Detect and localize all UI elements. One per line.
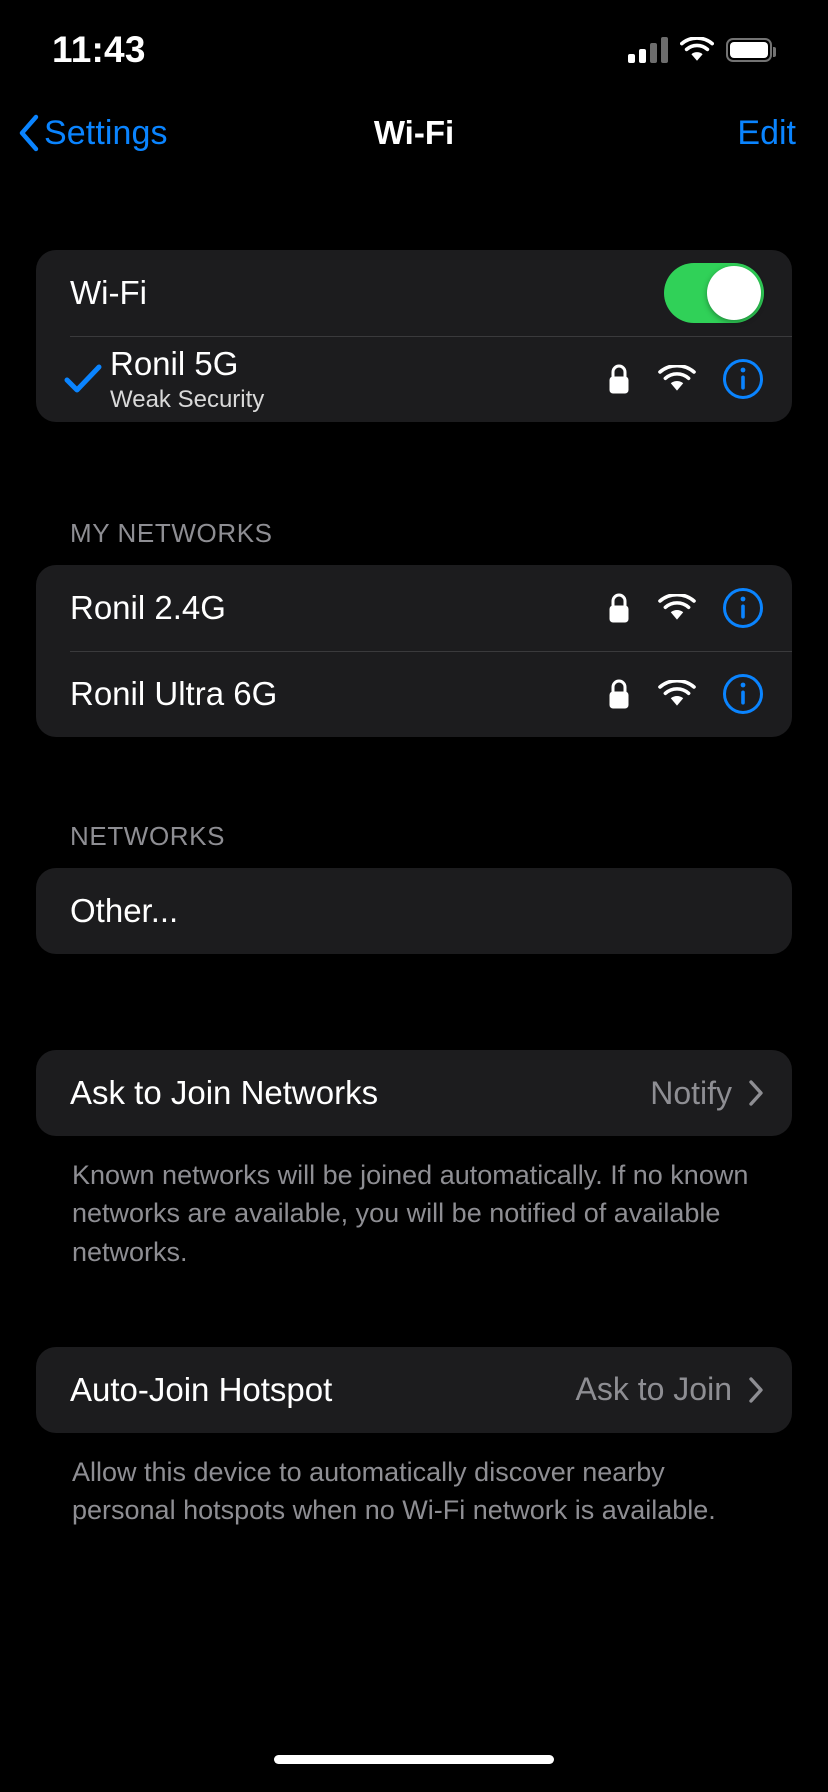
networks-header: NETWORKS bbox=[70, 821, 226, 851]
lock-icon bbox=[609, 593, 629, 623]
battery-icon bbox=[726, 38, 776, 62]
my-networks-group: Ronil 2.4G Ronil Ultra 6G bbox=[36, 565, 792, 737]
back-button-label: Settings bbox=[44, 113, 168, 152]
checkmark-icon bbox=[64, 364, 102, 393]
wifi-toggle-row[interactable]: Wi-Fi bbox=[36, 250, 792, 336]
connected-network-row[interactable]: Ronil 5G Weak Security bbox=[36, 336, 792, 422]
home-indicator[interactable] bbox=[274, 1755, 554, 1764]
network-row-icons bbox=[606, 673, 764, 715]
back-button[interactable]: Settings bbox=[18, 114, 168, 153]
status-bar: 11:43 bbox=[0, 0, 828, 92]
connected-network-text: Ronil 5G Weak Security bbox=[110, 345, 606, 414]
cellular-signal-icon bbox=[628, 37, 668, 63]
auto-join-hotspot-row[interactable]: Auto-Join Hotspot Ask to Join bbox=[36, 1347, 792, 1433]
connected-network-name: Ronil 5G bbox=[110, 344, 239, 382]
wifi-icon bbox=[680, 37, 714, 61]
connected-network-icons bbox=[606, 358, 764, 400]
navigation-bar: Settings Wi-Fi Edit bbox=[0, 92, 828, 174]
network-name: Ronil Ultra 6G bbox=[70, 675, 278, 712]
network-row[interactable]: Ronil 2.4G bbox=[36, 565, 792, 651]
ask-to-join-value: Notify bbox=[650, 1074, 732, 1111]
settings-content: Wi-Fi Ronil 5G Weak Security MY NETWORKS… bbox=[0, 174, 828, 1530]
status-bar-time: 11:43 bbox=[52, 29, 146, 70]
ask-to-join-group: Ask to Join Networks Notify bbox=[36, 1050, 792, 1136]
toggle-knob bbox=[707, 266, 761, 320]
auto-join-hotspot-footnote: Allow this device to automatically disco… bbox=[72, 1456, 716, 1526]
info-circle-icon[interactable] bbox=[722, 587, 764, 629]
wifi-toggle-switch[interactable] bbox=[664, 263, 764, 323]
ask-to-join-row[interactable]: Ask to Join Networks Notify bbox=[36, 1050, 792, 1136]
wifi-icon bbox=[658, 365, 696, 391]
network-name: Ronil 2.4G bbox=[70, 589, 226, 626]
wifi-group: Wi-Fi Ronil 5G Weak Security bbox=[36, 250, 792, 422]
chevron-right-icon bbox=[749, 1080, 763, 1106]
info-circle-icon[interactable] bbox=[722, 673, 764, 715]
chevron-right-icon bbox=[749, 1377, 763, 1403]
auto-join-hotspot-value: Ask to Join bbox=[575, 1371, 732, 1408]
connected-network-subtitle: Weak Security bbox=[110, 385, 265, 413]
wifi-icon bbox=[658, 680, 696, 706]
info-circle-icon[interactable] bbox=[722, 358, 764, 400]
edit-button[interactable]: Edit bbox=[737, 114, 796, 153]
wifi-toggle-label: Wi-Fi bbox=[70, 274, 147, 311]
my-networks-header: MY NETWORKS bbox=[70, 518, 273, 548]
ask-to-join-footnote: Known networks will be joined automatica… bbox=[72, 1160, 749, 1267]
wifi-settings-screen: 11:43 Settings Wi-Fi Edit Wi-Fi Ronil 5G… bbox=[0, 0, 828, 1792]
networks-group: Other... bbox=[36, 868, 792, 954]
ask-to-join-label: Ask to Join Networks bbox=[70, 1074, 379, 1111]
network-row-icons bbox=[606, 587, 764, 629]
auto-join-hotspot-group: Auto-Join Hotspot Ask to Join bbox=[36, 1346, 792, 1433]
other-network-row[interactable]: Other... bbox=[36, 868, 792, 954]
wifi-icon bbox=[658, 594, 696, 620]
other-network-label: Other... bbox=[70, 892, 179, 929]
lock-icon bbox=[609, 364, 629, 394]
status-bar-indicators bbox=[628, 37, 776, 63]
auto-join-hotspot-label: Auto-Join Hotspot bbox=[70, 1370, 333, 1408]
lock-icon bbox=[609, 679, 629, 709]
network-row[interactable]: Ronil Ultra 6G bbox=[36, 651, 792, 737]
chevron-left-icon bbox=[19, 114, 39, 152]
